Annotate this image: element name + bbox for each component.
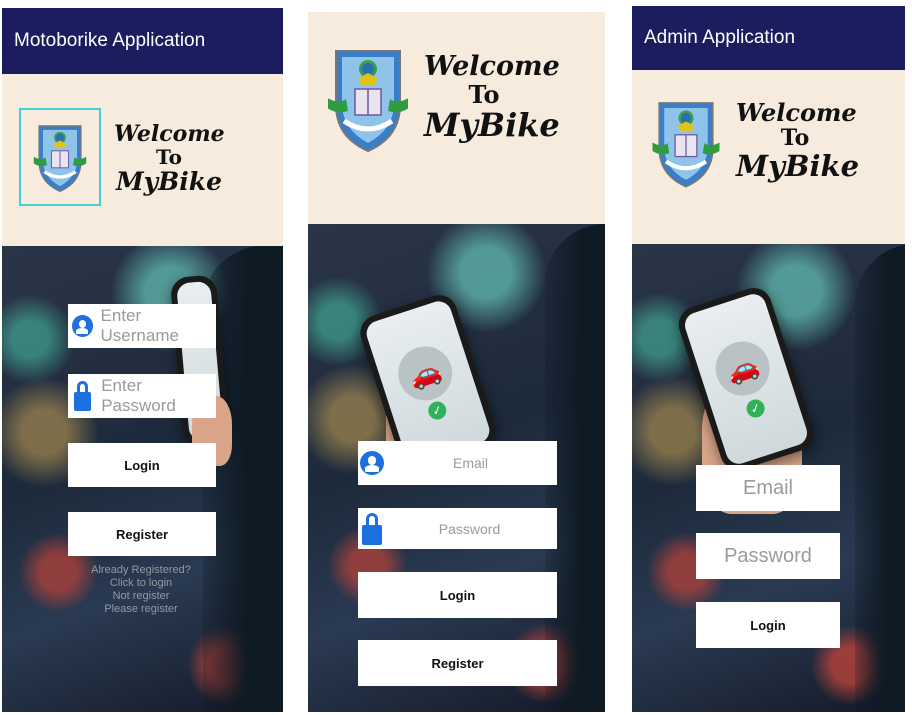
login-button[interactable]: Login <box>68 443 216 487</box>
check-icon: ✓ <box>744 397 767 420</box>
login-button[interactable]: Login <box>358 572 557 618</box>
to-line: To <box>156 145 182 170</box>
screen-admin: Admin Application Welcome To MyBike 🚗 ✓ … <box>632 6 905 712</box>
crest-logo <box>328 44 408 156</box>
faded-line: Click to login <box>109 577 173 589</box>
app-title: Admin Application <box>644 27 796 48</box>
password-field[interactable]: Password <box>358 508 557 549</box>
user-icon <box>72 315 93 337</box>
password-placeholder: Enter Password <box>101 376 176 415</box>
faded-line: Already Registered? <box>91 564 191 576</box>
password-placeholder: Password <box>438 520 501 537</box>
welcome-header: Welcome To MyBike <box>308 12 605 224</box>
welcome-line: Welcome <box>424 51 560 82</box>
login-button[interactable]: Login <box>696 602 840 648</box>
mybike-line: MyBike <box>424 106 560 145</box>
email-placeholder: Email <box>742 476 793 499</box>
app-bar: Motoborike Application <box>2 8 283 74</box>
welcome-header: Welcome To MyBike <box>2 74 283 246</box>
user-icon <box>360 451 384 475</box>
welcome-line: Welcome <box>114 121 225 147</box>
already-registered-text: Already Registered? Click to login Not r… <box>86 564 196 616</box>
mybike-line: MyBike <box>736 148 860 183</box>
to-line: To <box>468 79 500 109</box>
car-icon: 🚗 <box>708 334 777 403</box>
welcome-header: Welcome To MyBike <box>632 70 905 244</box>
welcome-text: Welcome To MyBike <box>114 121 225 197</box>
phone-image: 🚗 ✓ <box>674 283 818 475</box>
register-button[interactable]: Register <box>68 512 216 556</box>
lock-icon <box>74 381 92 411</box>
password-field[interactable]: Password <box>696 533 840 579</box>
username-field[interactable]: Enter Username <box>68 304 216 348</box>
crest-logo <box>652 98 720 190</box>
faded-line: Not register <box>112 590 170 602</box>
email-placeholder: Email <box>452 455 488 471</box>
to-line: To <box>780 125 810 152</box>
app-bar: Admin Application <box>632 6 905 70</box>
welcome-text: Welcome To MyBike <box>736 98 860 183</box>
background-person <box>855 244 905 712</box>
lock-icon <box>362 512 382 545</box>
email-field[interactable]: Email <box>696 465 840 511</box>
mybike-line: MyBike <box>115 167 223 197</box>
password-placeholder: Password <box>724 544 812 567</box>
check-icon: ✓ <box>425 398 449 422</box>
screen-motoborike: Motoborike Application Welcome To MyBike… <box>2 8 283 712</box>
crest-logo <box>24 122 96 194</box>
app-title: Motoborike Application <box>14 30 206 51</box>
email-field[interactable]: Email <box>358 441 557 485</box>
welcome-text: Welcome To MyBike <box>424 51 560 145</box>
welcome-line: Welcome <box>736 98 857 127</box>
username-placeholder: Enter Username <box>100 306 179 345</box>
faded-line: Please register <box>104 603 178 615</box>
car-icon: 🚗 <box>391 339 460 408</box>
password-field[interactable]: Enter Password <box>68 374 216 418</box>
screen-user-login: Welcome To MyBike 🚗 ✓ Email Password Log… <box>308 12 605 712</box>
register-button[interactable]: Register <box>358 640 557 686</box>
